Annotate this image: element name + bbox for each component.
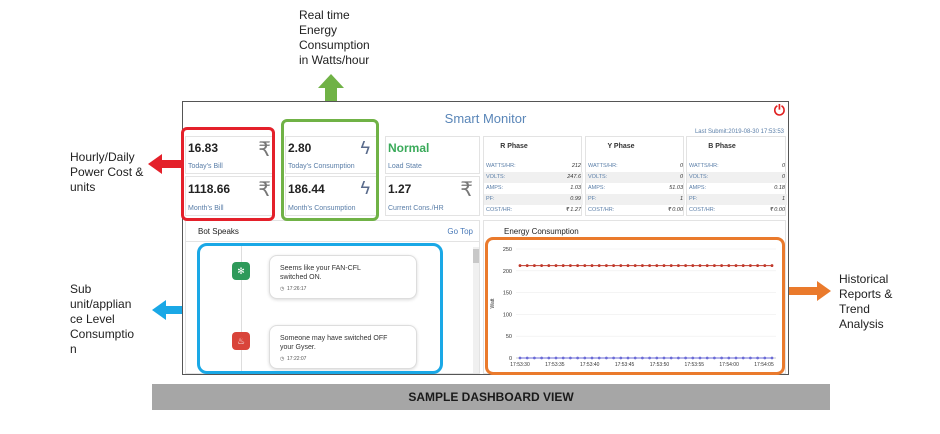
phase-value: 1.03 bbox=[570, 185, 581, 191]
phase-value: 0.99 bbox=[570, 196, 581, 202]
phase-row: AMPS: 0.18 bbox=[687, 183, 787, 194]
highlight-green-box bbox=[281, 119, 379, 221]
annotation-historical: Historical Reports & Trend Analysis bbox=[839, 272, 892, 332]
phase-key: VOLTS: bbox=[486, 174, 506, 180]
arrow-right-orange-icon bbox=[783, 281, 831, 301]
page-title: Smart Monitor bbox=[444, 111, 527, 126]
bot-speaks-title: Bot Speaks bbox=[198, 227, 239, 236]
rupee-icon: ₹ bbox=[460, 179, 473, 201]
annotation-line: Hourly/Daily bbox=[70, 150, 135, 164]
annotation-line: Trend bbox=[839, 302, 870, 316]
bot-divider bbox=[186, 241, 479, 242]
phase-row: PF: 1 bbox=[586, 194, 685, 205]
phase-row: WATTS/HR: 0 bbox=[586, 161, 685, 172]
b-phase-table: B Phase WATTS/HR: 0 VOLTS: 0 AMPS: 0.18 PF:… bbox=[686, 136, 787, 216]
annotation-realtime: Real time Energy Consumption in Watts/ho… bbox=[299, 8, 370, 68]
annotation-line: Analysis bbox=[839, 317, 884, 331]
phase-row: COST/HR: ₹ 0.00 bbox=[586, 205, 685, 216]
annotation-line: unit/applian bbox=[70, 297, 132, 311]
phase-row: COST/HR: ₹ 1.27 bbox=[484, 205, 583, 216]
phase-key: WATTS/HR: bbox=[486, 163, 516, 169]
phase-key: COST/HR: bbox=[588, 207, 615, 213]
phase-row: AMPS: 1.03 bbox=[484, 183, 583, 194]
current-cons-value: 1.27 bbox=[388, 182, 412, 196]
phase-title: B Phase bbox=[708, 143, 736, 150]
phase-value: 0 bbox=[679, 163, 683, 169]
annotation-line: Power Cost & bbox=[70, 165, 144, 179]
phase-value: 247.6 bbox=[567, 174, 581, 180]
phase-value: 0 bbox=[781, 174, 785, 180]
r-phase-table: R Phase WATTS/HR: 212 VOLTS: 247.6 AMPS: 1.… bbox=[483, 136, 583, 216]
phase-key: AMPS: bbox=[486, 185, 504, 191]
load-state-card: Normal Load State bbox=[385, 136, 480, 174]
phase-key: WATTS/HR: bbox=[588, 163, 618, 169]
phase-value: 0.18 bbox=[774, 185, 785, 191]
annotation-line: Real time bbox=[299, 8, 350, 22]
current-cons-label: Current Cons./HR bbox=[388, 205, 444, 212]
phase-key: COST/HR: bbox=[486, 207, 513, 213]
highlight-orange-box bbox=[485, 237, 785, 375]
chart-title: Energy Consumption bbox=[504, 227, 579, 236]
phase-value: 0 bbox=[781, 163, 785, 169]
annotation-line: Historical bbox=[839, 272, 889, 286]
annotation-line: ce Level bbox=[70, 312, 115, 326]
phase-rows: WATTS/HR: 212 VOLTS: 247.6 AMPS: 1.03 PF: 0.… bbox=[484, 161, 583, 216]
phase-key: VOLTS: bbox=[689, 174, 709, 180]
phase-title: Y Phase bbox=[607, 143, 635, 150]
go-top-link[interactable]: Go Top bbox=[447, 227, 473, 236]
phase-row: VOLTS: 0 bbox=[586, 172, 685, 183]
phase-value: 0 bbox=[679, 174, 683, 180]
phase-row: COST/HR: ₹ 0.00 bbox=[687, 205, 787, 216]
annotation-subunit: Sub unit/applian ce Level Consumptio n bbox=[70, 282, 134, 357]
phase-value: ₹ 0.00 bbox=[667, 207, 683, 213]
phase-value: 1 bbox=[679, 196, 683, 202]
y-phase-table: Y Phase WATTS/HR: 0 VOLTS: 0 AMPS: 51.03 PF… bbox=[585, 136, 685, 216]
annotation-line: Energy bbox=[299, 23, 338, 37]
annotation-line: n bbox=[70, 342, 77, 356]
phase-row: VOLTS: 0 bbox=[687, 172, 787, 183]
phase-value: 51.03 bbox=[669, 185, 683, 191]
phase-row: PF: 1 bbox=[687, 194, 787, 205]
phase-row: PF: 0.99 bbox=[484, 194, 583, 205]
phase-rows: WATTS/HR: 0 VOLTS: 0 AMPS: 51.03 PF: 1 COST/… bbox=[586, 161, 685, 216]
phase-value: 1 bbox=[781, 196, 785, 202]
annotation-line: Sub bbox=[70, 282, 92, 296]
phase-value: 212 bbox=[571, 163, 581, 169]
annotation-line: units bbox=[70, 180, 96, 194]
phase-row: WATTS/HR: 212 bbox=[484, 161, 583, 172]
annotation-cost: Hourly/Daily Power Cost & units bbox=[70, 150, 143, 195]
sample-dashboard-banner: SAMPLE DASHBOARD VIEW bbox=[152, 384, 830, 410]
phase-value: ₹ 0.00 bbox=[769, 207, 785, 213]
phase-row: AMPS: 51.03 bbox=[586, 183, 685, 194]
scrollbar[interactable] bbox=[473, 247, 479, 373]
annotation-line: Reports & bbox=[839, 287, 893, 301]
phase-key: COST/HR: bbox=[689, 207, 716, 213]
phase-value: ₹ 1.27 bbox=[565, 207, 581, 213]
current-cons-card: 1.27 ₹ Current Cons./HR bbox=[385, 176, 480, 216]
arrow-left-red-icon bbox=[148, 154, 184, 174]
scrollbar-thumb[interactable] bbox=[473, 249, 479, 263]
phase-key: WATTS/HR: bbox=[689, 163, 719, 169]
annotation-line: in Watts/hour bbox=[299, 53, 370, 67]
phase-key: VOLTS: bbox=[588, 174, 608, 180]
phase-row: VOLTS: 247.6 bbox=[484, 172, 583, 183]
phase-row: WATTS/HR: 0 bbox=[687, 161, 787, 172]
phase-key: PF: bbox=[588, 196, 597, 202]
annotation-line: Consumptio bbox=[70, 327, 135, 341]
phase-key: AMPS: bbox=[588, 185, 606, 191]
phase-key: PF: bbox=[689, 196, 698, 202]
phase-rows: WATTS/HR: 0 VOLTS: 0 AMPS: 0.18 PF: 1 COST/H… bbox=[687, 161, 787, 216]
power-icon[interactable]: ⏻ bbox=[774, 102, 785, 119]
annotation-line: Consumption bbox=[299, 38, 370, 52]
load-state-label: Load State bbox=[388, 163, 422, 170]
load-state-value: Normal bbox=[388, 141, 430, 155]
phase-key: AMPS: bbox=[689, 185, 707, 191]
highlight-red-box bbox=[181, 127, 275, 221]
phase-title: R Phase bbox=[500, 143, 528, 150]
highlight-blue-box bbox=[197, 243, 443, 374]
phase-key: PF: bbox=[486, 196, 495, 202]
last-submit: Last Submit:2019-08-30 17:53:53 bbox=[694, 129, 784, 135]
